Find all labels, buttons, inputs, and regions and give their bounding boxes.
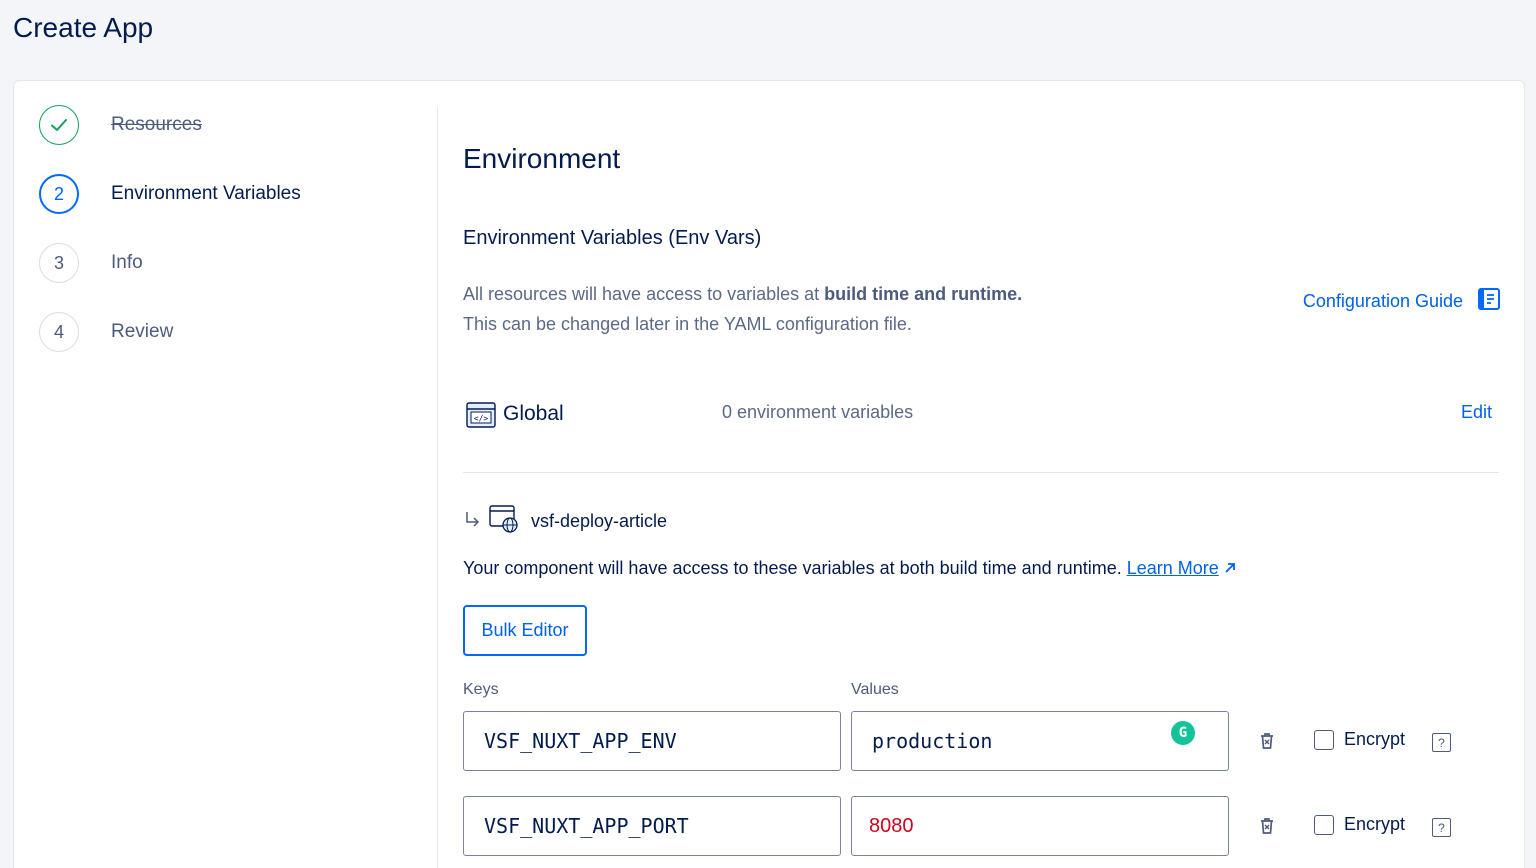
global-env-count: 0 environment variables <box>722 402 914 422</box>
step-number: 4 <box>39 312 79 352</box>
env-value-text: production <box>872 729 993 753</box>
create-app-card: Resources 2 Environment Variables 3 Info… <box>13 80 1525 868</box>
section-heading: Environment <box>463 143 621 174</box>
learn-more-link[interactable]: Learn More <box>1127 558 1219 578</box>
encrypt-label: Encrypt <box>1344 729 1406 749</box>
encrypt-toggle[interactable]: Encrypt <box>1314 814 1405 835</box>
svg-text:</>: </> <box>474 414 489 423</box>
env-key-input[interactable]: VSF_NUXT_APP_PORT <box>463 796 841 856</box>
vertical-divider <box>437 107 438 868</box>
check-icon <box>39 105 79 145</box>
component-header: vsf-deploy-article <box>463 505 667 538</box>
component-description: Your component will have access to these… <box>463 558 1236 579</box>
encrypt-toggle[interactable]: Encrypt <box>1314 729 1405 750</box>
child-arrow-icon <box>463 510 481 533</box>
bulk-editor-button[interactable]: Bulk Editor <box>463 605 587 656</box>
step-label: Environment Variables <box>111 183 301 204</box>
step-number: 3 <box>39 243 79 283</box>
step-number: 2 <box>39 174 79 214</box>
env-key-input[interactable]: VSF_NUXT_APP_ENV <box>463 711 841 771</box>
global-env-row: </> Global 0 environment variables Edit <box>463 397 1499 437</box>
step-label: Resources <box>111 114 202 135</box>
page-title: Create App <box>13 12 154 43</box>
code-window-icon: </> <box>466 402 496 433</box>
env-value-input[interactable]: 8080 <box>851 796 1229 856</box>
encrypt-label: Encrypt <box>1344 814 1406 834</box>
guide-book-icon <box>1477 287 1501 316</box>
step-info[interactable]: 3 Info <box>39 243 143 283</box>
component-name: vsf-deploy-article <box>531 511 668 531</box>
step-label: Info <box>111 252 143 273</box>
encrypt-checkbox[interactable] <box>1314 729 1334 750</box>
help-icon[interactable]: ? <box>1432 733 1451 752</box>
step-environment-variables[interactable]: 2 Environment Variables <box>39 174 301 214</box>
web-component-icon <box>489 505 519 538</box>
horizontal-divider <box>463 472 1499 473</box>
values-column-label: Values <box>851 681 899 698</box>
keys-column-label: Keys <box>463 681 499 698</box>
step-resources[interactable]: Resources <box>39 105 202 145</box>
help-icon[interactable]: ? <box>1432 818 1451 837</box>
delete-row-icon[interactable] <box>1257 731 1277 756</box>
configuration-guide-link[interactable]: Configuration Guide <box>1303 287 1501 316</box>
external-link-icon <box>1224 558 1236 578</box>
env-vars-heading: Environment Variables (Env Vars) <box>463 227 762 249</box>
global-label: Global <box>503 402 564 425</box>
configuration-guide-label: Configuration Guide <box>1302 291 1463 311</box>
step-label: Review <box>111 321 174 342</box>
encrypt-checkbox[interactable] <box>1314 814 1334 835</box>
main-content: Environment Environment Variables (Env V… <box>463 81 1503 868</box>
grammarly-icon[interactable]: G <box>1171 721 1195 745</box>
env-value-input[interactable]: production G <box>851 711 1229 771</box>
global-edit-link[interactable]: Edit <box>1461 402 1492 423</box>
env-vars-description: All resources will have access to variab… <box>463 284 1023 334</box>
step-review[interactable]: 4 Review <box>39 312 173 352</box>
delete-row-icon[interactable] <box>1257 816 1277 841</box>
